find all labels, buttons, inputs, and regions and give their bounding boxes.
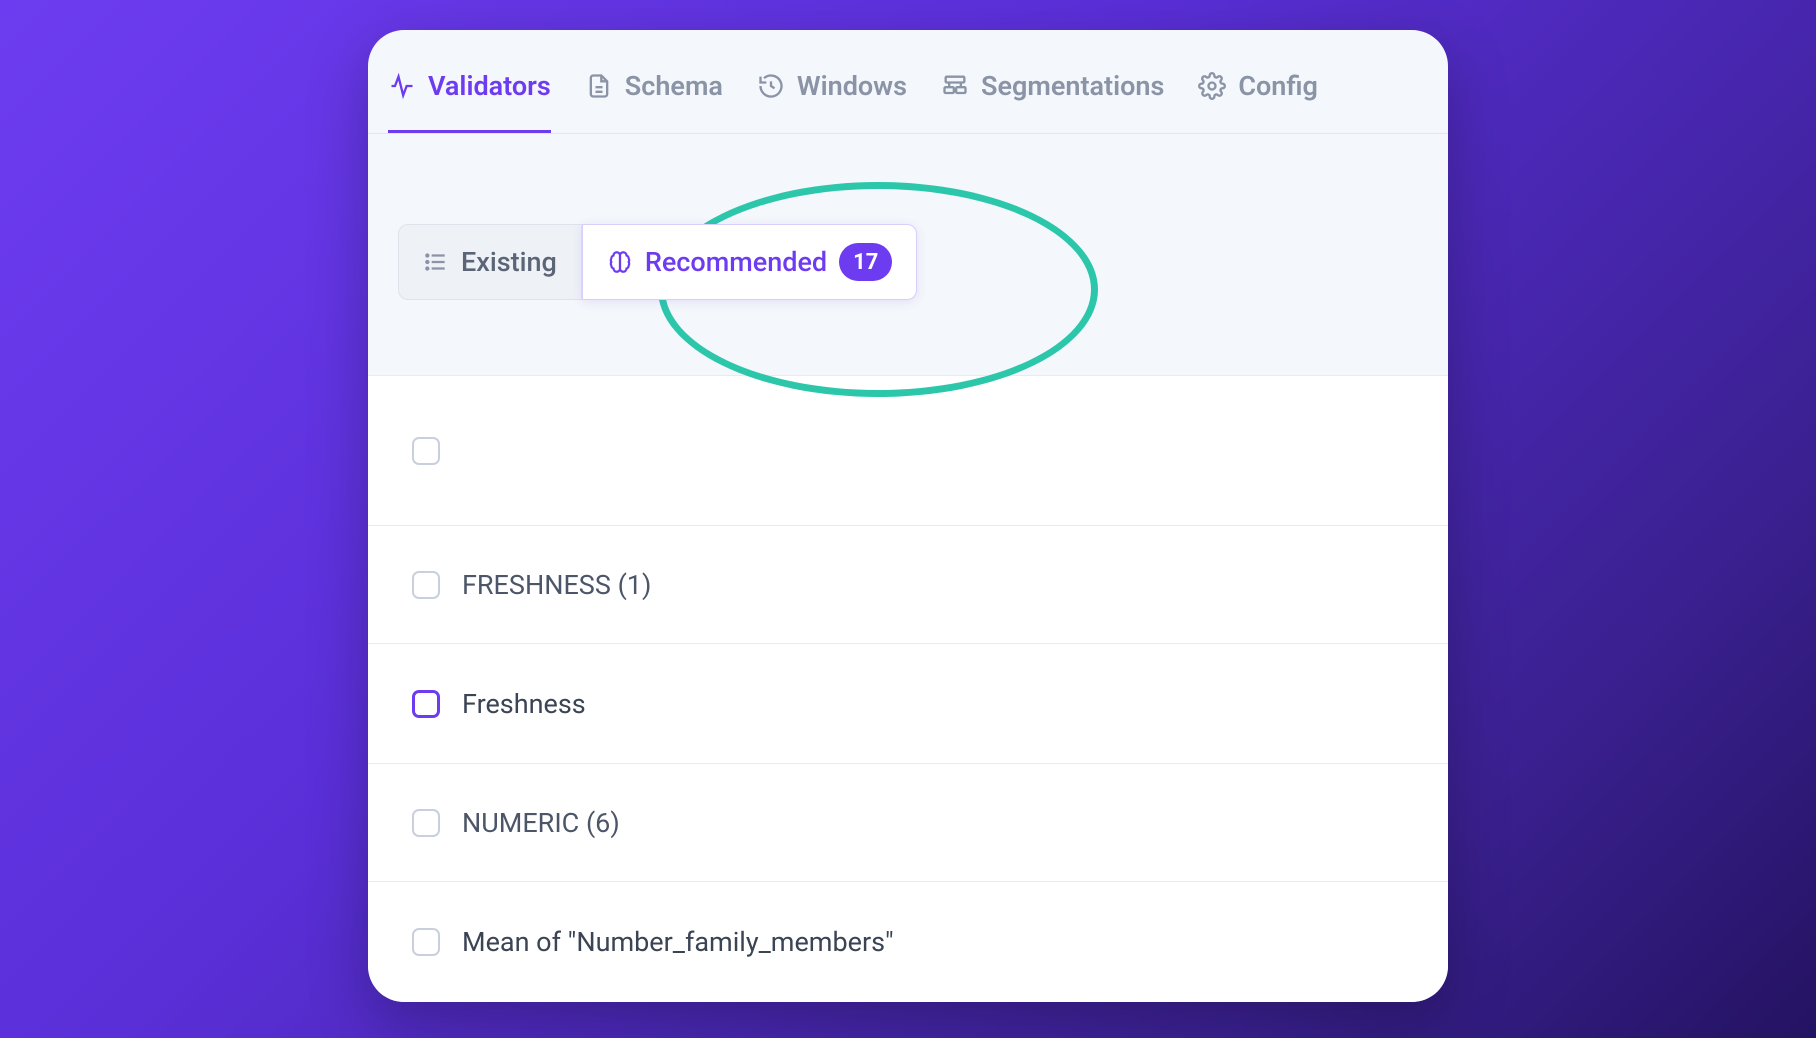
tab-validators[interactable]: Validators	[388, 70, 551, 133]
tab-validators-label: Validators	[428, 70, 551, 102]
gear-icon	[1198, 72, 1226, 100]
tab-schema-label: Schema	[625, 70, 723, 102]
group-numeric-label: NUMERIC (6)	[462, 807, 620, 839]
subtab-existing[interactable]: Existing	[398, 224, 582, 300]
validators-panel: Validators Schema Windows Segmentations …	[368, 30, 1448, 1002]
group-freshness-row: FRESHNESS (1)	[368, 526, 1448, 644]
item-freshness-label: Freshness	[462, 688, 586, 720]
tab-config-label: Config	[1238, 70, 1318, 102]
item-freshness-checkbox[interactable]	[412, 690, 440, 718]
brain-icon	[607, 249, 633, 275]
item-mean-family-row: Mean of "Number_family_members"	[368, 882, 1448, 1002]
subtab-area: Existing Recommended 17	[368, 134, 1448, 376]
tab-config[interactable]: Config	[1198, 70, 1318, 133]
tab-schema[interactable]: Schema	[585, 70, 723, 133]
subtab-recommended-label: Recommended	[645, 246, 827, 278]
recommended-count-badge: 17	[839, 243, 892, 281]
subtab-existing-label: Existing	[461, 246, 557, 278]
list-icon	[423, 249, 449, 275]
tab-windows-label: Windows	[797, 70, 907, 102]
item-freshness-row: Freshness	[368, 644, 1448, 764]
subtab-recommended[interactable]: Recommended 17	[582, 224, 918, 300]
item-mean-family-label: Mean of "Number_family_members"	[462, 926, 894, 958]
group-freshness-checkbox[interactable]	[412, 571, 440, 599]
select-all-row	[368, 376, 1448, 526]
group-numeric-row: NUMERIC (6)	[368, 764, 1448, 882]
top-nav: Validators Schema Windows Segmentations …	[368, 30, 1448, 134]
select-all-checkbox[interactable]	[412, 437, 440, 465]
activity-icon	[388, 72, 416, 100]
tab-segmentations-label: Segmentations	[981, 70, 1164, 102]
file-icon	[585, 72, 613, 100]
group-freshness-label: FRESHNESS (1)	[462, 569, 651, 601]
tab-windows[interactable]: Windows	[757, 70, 907, 133]
group-numeric-checkbox[interactable]	[412, 809, 440, 837]
history-icon	[757, 72, 785, 100]
item-mean-family-checkbox[interactable]	[412, 928, 440, 956]
tab-segmentations[interactable]: Segmentations	[941, 70, 1164, 133]
segment-icon	[941, 72, 969, 100]
subtab-group: Existing Recommended 17	[398, 224, 1418, 300]
